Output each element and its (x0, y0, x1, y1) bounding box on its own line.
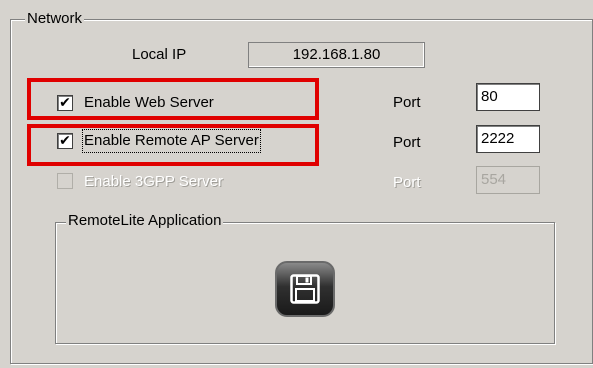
network-group-title: Network (25, 10, 85, 28)
network-settings-panel: Network Local IP 192.168.1.80 ✔ Enable W… (0, 0, 593, 368)
web-server-highlight-box (27, 78, 319, 120)
web-server-port-label: Port (393, 94, 421, 111)
remote-ap-server-highlight-box (27, 124, 319, 166)
local-ip-label: Local IP (132, 46, 187, 63)
floppy-disk-icon (290, 274, 320, 304)
3gpp-server-port-input: 554 (476, 166, 540, 194)
enable-3gpp-server-checkbox (57, 173, 73, 189)
web-server-port-input[interactable]: 80 (476, 83, 540, 111)
enable-3gpp-server-label: Enable 3GPP Server (84, 173, 223, 190)
remote-ap-server-port-label: Port (393, 134, 421, 151)
remotelite-application-title: RemoteLite Application (66, 212, 224, 230)
remote-ap-server-port-input[interactable]: 2222 (476, 125, 540, 153)
3gpp-server-port-label: Port (393, 174, 421, 191)
save-button[interactable] (275, 261, 335, 317)
local-ip-value: 192.168.1.80 (248, 42, 425, 68)
